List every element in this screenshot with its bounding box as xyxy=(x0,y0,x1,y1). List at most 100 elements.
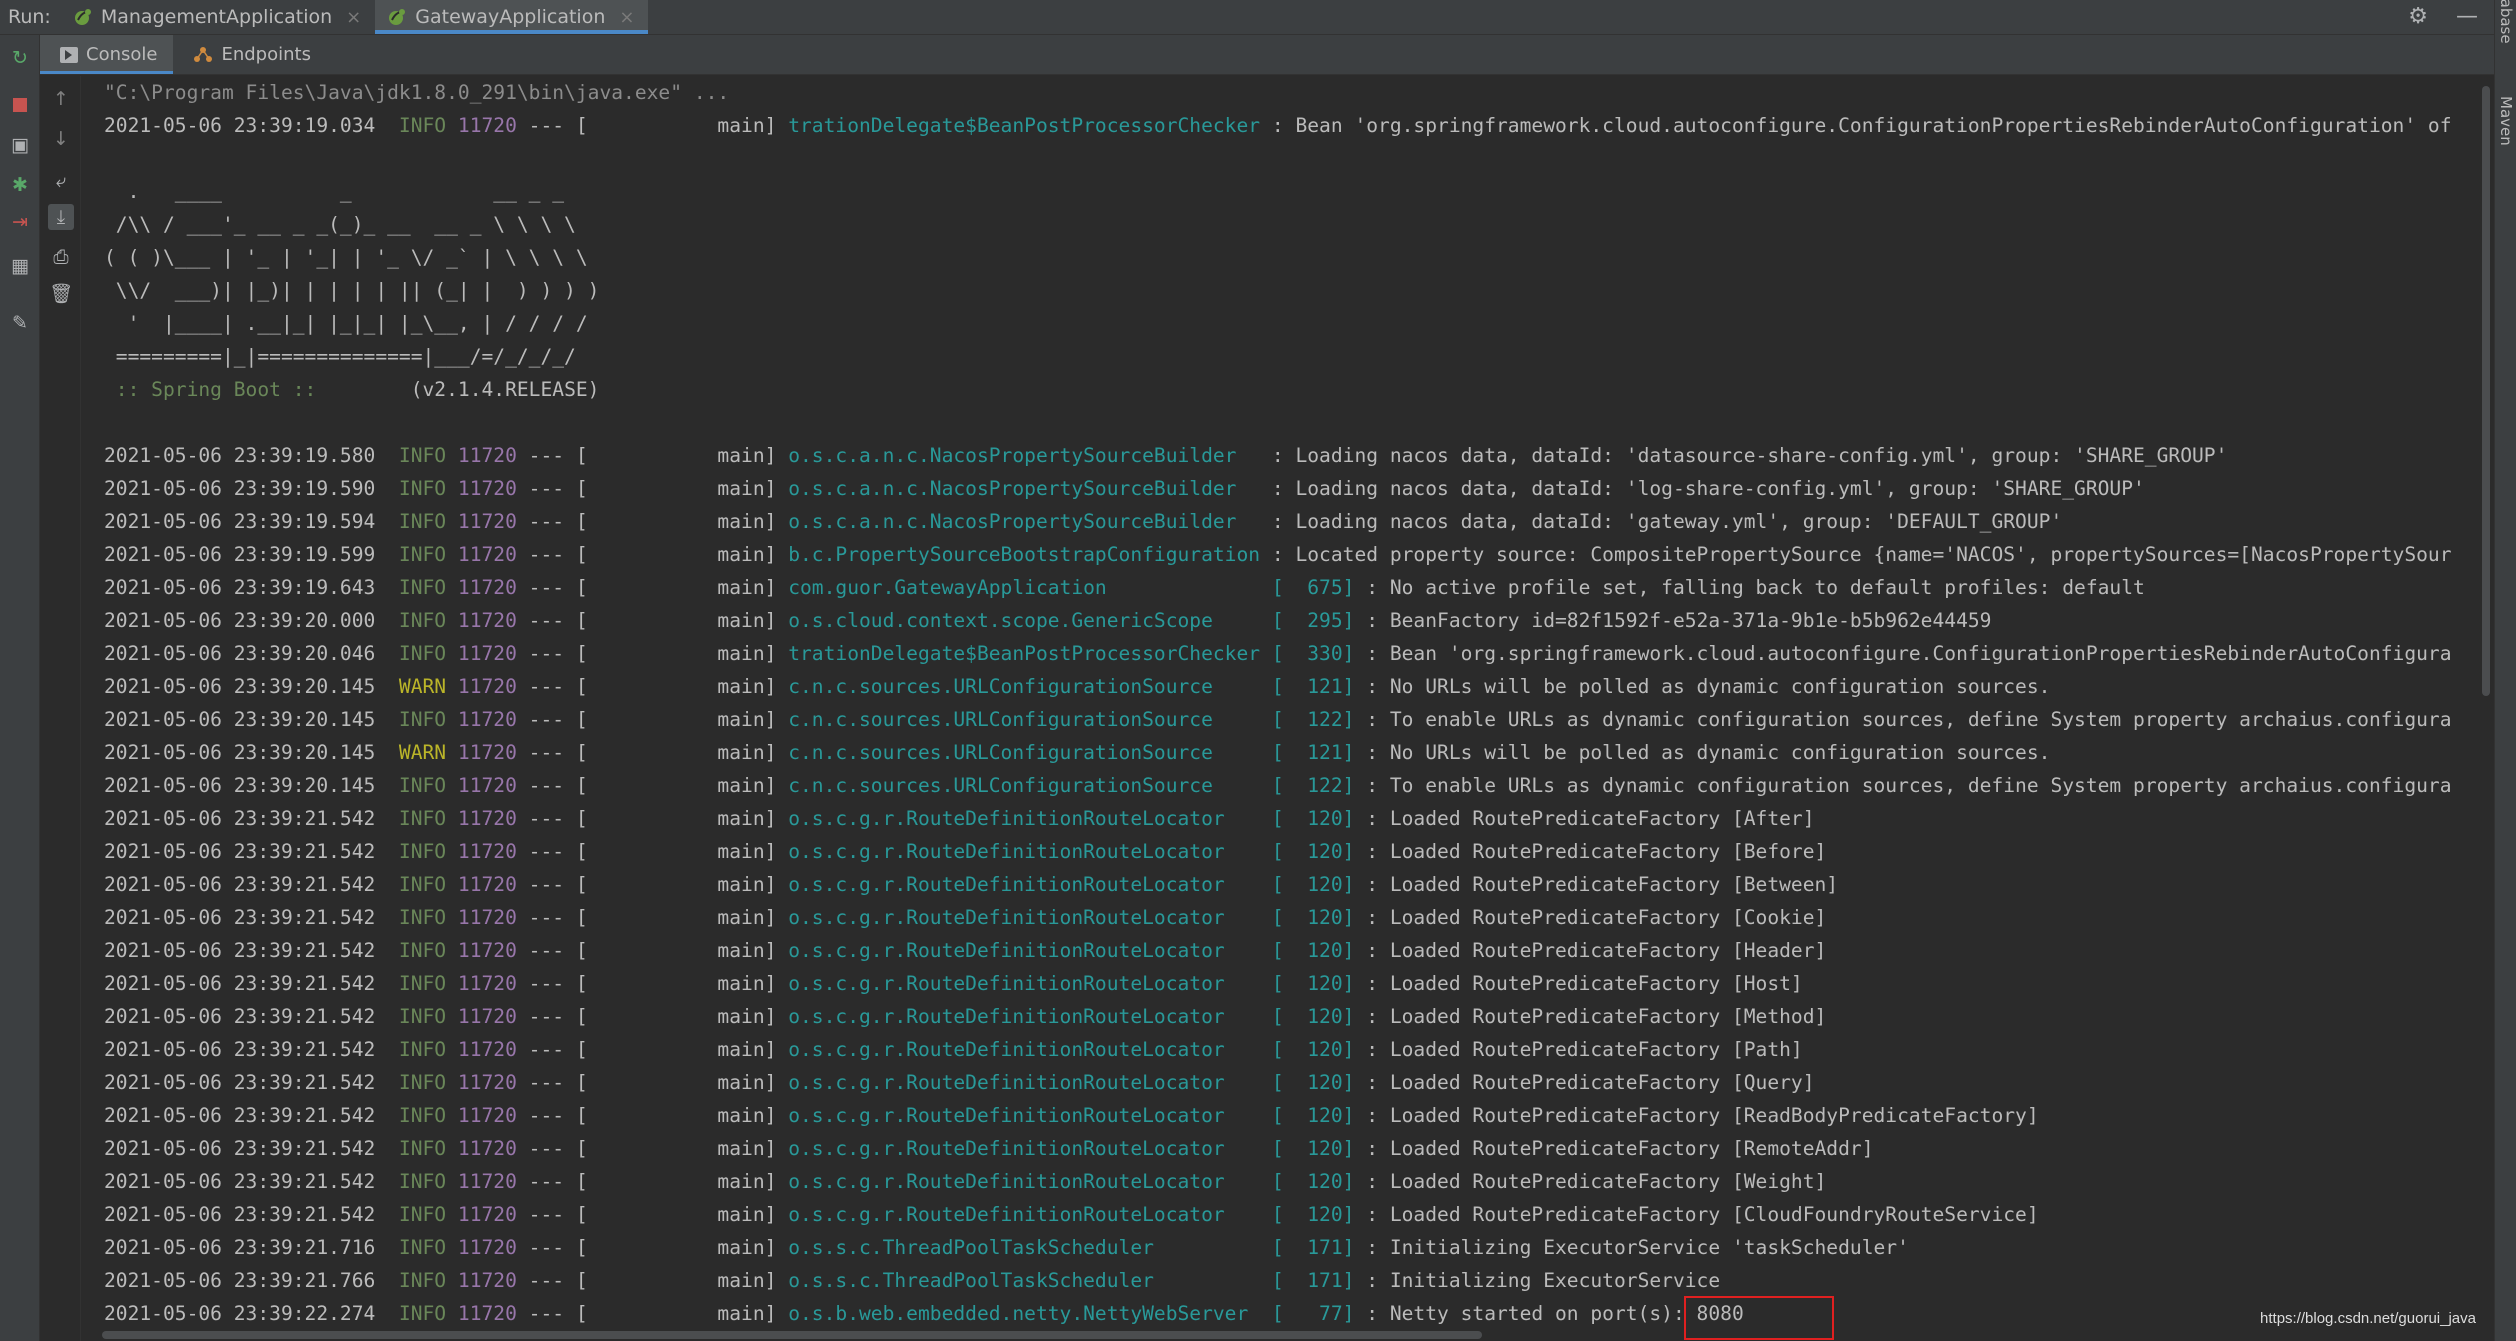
log-logger: com.guor.GatewayApplication xyxy=(788,576,1261,599)
log-logger: o.s.c.a.n.c.NacosPropertySourceBuilder xyxy=(788,510,1261,533)
log-line: 2021-05-06 23:39:20.145 WARN 11720 --- [… xyxy=(104,736,2050,769)
trash-icon[interactable]: 🗑 xyxy=(48,280,74,306)
log-logger: o.s.c.g.r.RouteDefinitionRouteLocator xyxy=(788,840,1261,863)
log-pid: 11720 xyxy=(457,1269,517,1292)
maven-tool-label[interactable]: Maven xyxy=(2497,96,2515,146)
log-logger: b.c.PropertySourceBootstrapConfiguration xyxy=(788,543,1261,566)
exit-icon[interactable]: ⇥ xyxy=(7,209,33,235)
tab-console[interactable]: Console xyxy=(40,35,174,74)
log-thread: --- [ main] xyxy=(516,1104,789,1127)
log-line-number: [ 120] xyxy=(1271,1203,1355,1226)
log-level: INFO xyxy=(398,576,447,599)
close-icon[interactable]: × xyxy=(346,7,361,28)
log-logger: trationDelegate$BeanPostProcessorChecker xyxy=(788,642,1261,665)
tab-management-application[interactable]: ManagementApplication × xyxy=(61,0,375,34)
banner-line: ( ( )\___ | '_ | '_| | '_ \/ _` | \ \ \ … xyxy=(104,246,588,269)
banner-line: ' |____| .__|_| |_|_| |_\__, | / / / / xyxy=(104,312,588,335)
log-level: INFO xyxy=(398,1170,447,1193)
log-pid: 11720 xyxy=(457,1005,517,1028)
rerun-icon[interactable]: ↻ xyxy=(7,45,33,71)
tab-label: Endpoints xyxy=(221,44,311,65)
horizontal-scrollbar[interactable] xyxy=(82,1329,2482,1341)
log-timestamp: 2021-05-06 23:39:19.034 xyxy=(104,114,376,137)
log-message: : Loaded RoutePredicateFactory [Path] xyxy=(1354,1038,1803,1061)
arrow-up-icon[interactable]: ↑ xyxy=(48,86,74,112)
log-timestamp: 2021-05-06 23:39:22.274 xyxy=(104,1302,376,1325)
tab-endpoints[interactable]: Endpoints xyxy=(173,35,327,74)
log-line-number: [ 77] xyxy=(1271,1302,1355,1325)
banner-line: . ____ _ __ _ _ xyxy=(104,180,565,203)
log-pid: 11720 xyxy=(457,675,517,698)
run-label: Run: xyxy=(8,6,51,28)
stop-icon[interactable] xyxy=(7,92,33,118)
log-line-number: [ 120] xyxy=(1271,1137,1355,1160)
tab-gateway-application[interactable]: GatewayApplication × xyxy=(375,0,649,34)
log-line: 2021-05-06 23:39:19.594 INFO 11720 --- [… xyxy=(104,505,2062,538)
close-icon[interactable]: × xyxy=(619,7,634,28)
database-tool-label[interactable]: Database xyxy=(2497,0,2515,44)
log-message: : Loaded RoutePredicateFactory [Cookie] xyxy=(1354,906,1827,929)
log-pid: 11720 xyxy=(457,1038,517,1061)
log-thread: --- [ main] xyxy=(516,576,789,599)
console-output[interactable]: "C:\Program Files\Java\jdk1.8.0_291\bin\… xyxy=(82,76,2482,1329)
pin-icon[interactable]: ✎ xyxy=(7,310,33,336)
scrollbar-thumb[interactable] xyxy=(2482,86,2490,696)
log-level: INFO xyxy=(398,972,447,995)
log-thread: --- [ main] xyxy=(516,543,789,566)
log-line: 2021-05-06 23:39:20.046 INFO 11720 --- [… xyxy=(104,637,2452,670)
log-thread-sep: --- [ xyxy=(516,114,588,137)
camera-icon[interactable]: ▣ xyxy=(7,132,33,158)
log-level: INFO xyxy=(398,477,447,500)
log-line: 2021-05-06 23:39:21.542 INFO 11720 --- [… xyxy=(104,967,1803,1000)
log-pid: 11720 xyxy=(457,114,517,137)
log-thread: --- [ main] xyxy=(516,1005,789,1028)
log-timestamp: 2021-05-06 23:39:21.716 xyxy=(104,1236,376,1259)
log-message: : Loaded RoutePredicateFactory [Between] xyxy=(1354,873,1839,896)
log-message: : Loaded RoutePredicateFactory [CloudFou… xyxy=(1354,1203,2039,1226)
log-timestamp: 2021-05-06 23:39:21.542 xyxy=(104,939,376,962)
log-level: INFO xyxy=(398,642,447,665)
log-thread: main] xyxy=(587,114,777,137)
layout-icon[interactable]: ▦ xyxy=(7,253,33,279)
log-pid: 11720 xyxy=(457,972,517,995)
log-line-number: [ 120] xyxy=(1271,1170,1355,1193)
log-line: 2021-05-06 23:39:21.542 INFO 11720 --- [… xyxy=(104,802,1815,835)
log-pid: 11720 xyxy=(457,741,517,764)
arrow-down-icon[interactable]: ↓ xyxy=(48,126,74,152)
log-message: : Initializing ExecutorService xyxy=(1354,1269,1721,1292)
log-message: : Initializing ExecutorService 'taskSche… xyxy=(1354,1236,1909,1259)
gear-icon[interactable]: ⚙ xyxy=(2408,6,2428,28)
scroll-to-end-icon[interactable]: ⤓ xyxy=(48,204,74,230)
minimize-icon[interactable]: — xyxy=(2456,6,2478,28)
spring-boot-icon xyxy=(389,9,406,25)
log-timestamp: 2021-05-06 23:39:19.599 xyxy=(104,543,376,566)
log-line: 2021-05-06 23:39:22.274 INFO 11720 --- [… xyxy=(104,1297,1744,1329)
log-thread: --- [ main] xyxy=(516,708,789,731)
scrollbar-thumb[interactable] xyxy=(102,1331,1482,1339)
log-line-number: [ 120] xyxy=(1271,939,1355,962)
print-icon[interactable]: ⎙ xyxy=(48,244,74,270)
log-level: INFO xyxy=(398,114,447,137)
log-line-number: [ 122] xyxy=(1271,774,1355,797)
vertical-scrollbar[interactable] xyxy=(2480,76,2492,1341)
log-line: 2021-05-06 23:39:20.145 WARN 11720 --- [… xyxy=(104,670,2050,703)
log-timestamp: 2021-05-06 23:39:20.046 xyxy=(104,642,376,665)
log-line-number: [ 120] xyxy=(1271,1071,1355,1094)
log-level: INFO xyxy=(398,1302,447,1325)
log-thread: --- [ main] xyxy=(516,1071,789,1094)
console-icon xyxy=(60,46,78,63)
log-logger: c.n.c.sources.URLConfigurationSource xyxy=(788,741,1261,764)
log-logger: o.s.c.g.r.RouteDefinitionRouteLocator xyxy=(788,873,1261,896)
log-timestamp: 2021-05-06 23:39:21.542 xyxy=(104,1170,376,1193)
log-timestamp: 2021-05-06 23:39:20.000 xyxy=(104,609,376,632)
log-level: INFO xyxy=(398,1236,447,1259)
log-pid: 11720 xyxy=(457,642,517,665)
log-message: : Loading nacos data, dataId: 'datasourc… xyxy=(1260,444,2228,467)
soft-wrap-icon[interactable]: ⤶ xyxy=(48,168,74,194)
log-level: INFO xyxy=(398,1071,447,1094)
log-line-number: [ 121] xyxy=(1271,675,1355,698)
debug-icon[interactable]: ✱ xyxy=(7,172,33,198)
log-level: INFO xyxy=(398,609,447,632)
log-message: : To enable URLs as dynamic configuratio… xyxy=(1354,708,2452,731)
log-level: INFO xyxy=(398,1038,447,1061)
